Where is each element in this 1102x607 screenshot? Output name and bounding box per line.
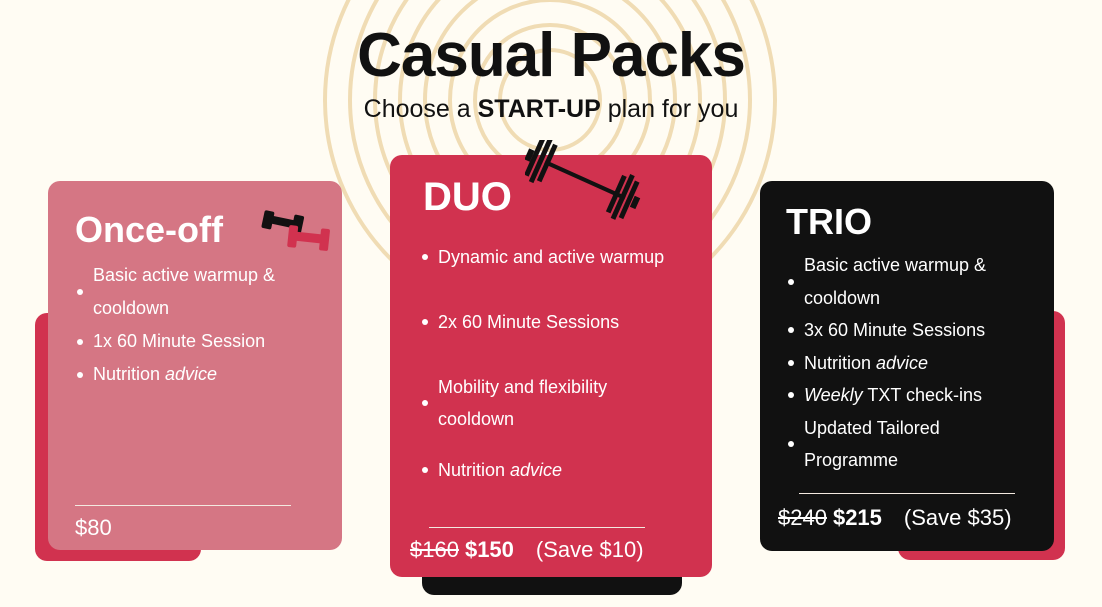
page-title: Casual Packs <box>357 21 746 90</box>
divider <box>799 493 1015 494</box>
price: $160 $150 (Save $10) <box>410 537 644 563</box>
plan-name: TRIO <box>786 201 872 242</box>
feature-list: Dynamic and active warmup 2x 60 Minute S… <box>420 241 690 486</box>
feature-item: Basic active warmup & cooldown <box>786 249 1016 314</box>
plan-name: Once-off <box>75 209 223 250</box>
plan-name: DUO <box>423 175 512 219</box>
feature-item: Mobility and flexibility cooldown <box>420 371 620 435</box>
plan-card-duo[interactable]: DUO Dynamic and active warmup 2x 60 Minu… <box>390 140 712 577</box>
feature-item: Nutrition advice <box>75 358 305 391</box>
old-price: $240 <box>778 505 827 530</box>
feature-item: Nutrition advice <box>786 347 1016 380</box>
old-price: $160 <box>410 537 459 562</box>
feature-item: 3x 60 Minute Sessions <box>786 314 1016 347</box>
feature-item: 1x 60 Minute Session <box>75 325 305 358</box>
feature-list: Basic active warmup & cooldown 3x 60 Min… <box>786 249 1016 477</box>
price: $240 $215 (Save $35) <box>778 505 1012 531</box>
current-price: $150 <box>464 537 514 562</box>
page-subtitle: Choose a START-UP plan for you <box>363 95 739 123</box>
price: $80 <box>75 515 112 540</box>
current-price: $215 <box>832 505 882 530</box>
feature-item: Nutrition advice <box>420 454 690 486</box>
feature-list: Basic active warmup & cooldown 1x 60 Min… <box>75 259 305 391</box>
barbell-icon <box>525 140 641 220</box>
savings: (Save $10) <box>535 537 644 562</box>
divider <box>429 527 645 528</box>
feature-item: 2x 60 Minute Sessions <box>420 306 690 338</box>
plan-card-trio[interactable]: TRIO Basic active warmup & cooldown 3x 6… <box>760 181 1054 551</box>
dumbbells-icon <box>261 210 330 251</box>
divider <box>75 505 291 506</box>
plan-card-once-off[interactable]: Once-off Basic active warmup & cooldown … <box>48 181 342 550</box>
feature-item: Updated Tailored Programme <box>786 412 966 477</box>
feature-item: Weekly TXT check-ins <box>786 379 1016 412</box>
savings: (Save $35) <box>903 505 1012 530</box>
feature-item: Basic active warmup & cooldown <box>75 259 305 325</box>
feature-item: Dynamic and active warmup <box>420 241 690 273</box>
